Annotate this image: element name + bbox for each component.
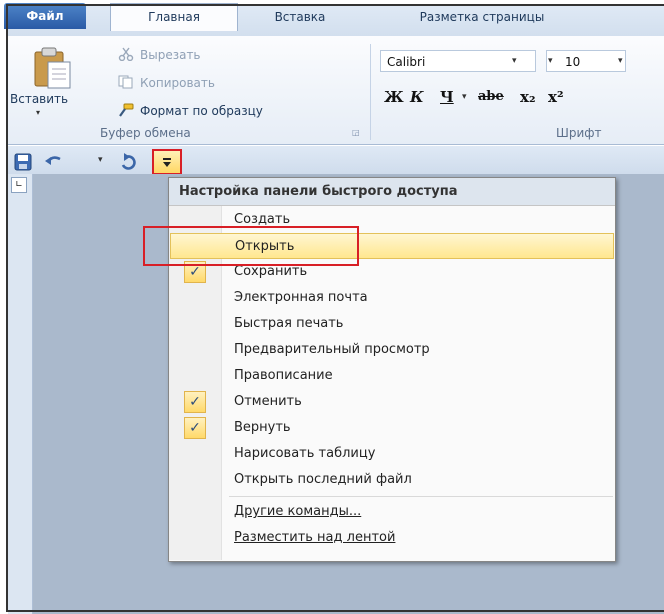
font-group-label: Шрифт [556,126,602,140]
scissors-icon [118,47,134,62]
checkmark-icon: ✓ [184,391,206,413]
cut-label: Вырезать [140,48,201,62]
tab-selector-button[interactable]: ∟ [11,177,27,193]
menu-item-more-commands[interactable]: Другие команды... [170,499,614,525]
copy-button[interactable]: Копировать [118,74,215,92]
italic-button[interactable]: К [410,86,424,108]
copy-icon [118,75,134,89]
paste-dropdown-icon[interactable]: ▾ [36,108,46,117]
tab-home[interactable]: Главная [110,3,238,31]
font-size-dropdown-icon[interactable]: ▾ [618,56,623,66]
undo-dropdown-icon[interactable]: ▾ [98,155,103,165]
underline-dropdown-icon[interactable]: ▾ [462,92,467,102]
menu-item-email[interactable]: Электронная почта [170,285,614,311]
format-painter-label: Формат по образцу [140,104,263,118]
paste-icon[interactable] [32,46,72,90]
format-painter-button[interactable]: Формат по образцу [118,102,263,120]
menu-item-quick-print[interactable]: Быстрая печать [170,311,614,337]
menu-item-spelling[interactable]: Правописание [170,363,614,389]
menu-title: Настройка панели быстрого доступа [169,178,615,206]
strikethrough-button[interactable]: abe [478,86,504,108]
bold-button[interactable]: Ж [384,86,404,108]
word-window: Файл Главная Вставка Разметка страницы В… [0,0,664,614]
tab-insert[interactable]: Вставка [250,4,350,30]
menu-item-label: Нарисовать таблицу [234,446,376,461]
menu-item-draw-table[interactable]: Нарисовать таблицу [170,441,614,467]
font-size-combo[interactable]: 10 [546,50,626,72]
underline-button[interactable]: Ч [440,86,454,108]
menu-item-label: Вернуть [234,420,291,435]
customize-dropdown-icon [163,158,171,167]
ribbon-group-divider [370,44,371,140]
brush-icon [118,103,134,117]
tab-page-layout[interactable]: Разметка страницы [382,4,582,30]
clipboard-launcher-icon[interactable]: ◲ [352,128,360,137]
customize-qat-button[interactable] [152,149,182,175]
redo-icon[interactable] [118,152,138,172]
menu-separator [229,496,613,497]
menu-item-label: Другие команды... [234,504,362,519]
menu-item-label: Быстрая печать [234,316,344,331]
save-icon[interactable] [14,152,32,172]
menu-item-label: Предварительный просмотр [234,342,430,357]
menu-item-label: Электронная почта [234,290,368,305]
menu-item-label: Разместить над лентой [234,530,396,545]
font-name-dropdown-icon[interactable]: ▾ [512,56,517,66]
menu-item-open-recent[interactable]: Открыть последний файл [170,467,614,493]
menu-item-label: Отменить [234,394,302,409]
vertical-ruler [8,174,33,614]
cut-button[interactable]: Вырезать [118,46,201,64]
copy-label: Копировать [140,76,215,90]
subscript-button[interactable]: x₂ [520,86,536,108]
annotation-highlight-box [143,226,359,266]
checkmark-icon: ✓ [184,417,206,439]
quick-access-toolbar [8,146,664,174]
tab-file[interactable]: Файл [4,3,86,29]
undo-icon[interactable] [44,152,66,172]
menu-item-label: Правописание [234,368,333,383]
menu-item-show-above-ribbon[interactable]: Разместить над лентой [170,525,614,551]
font-size-spin-icon[interactable]: ▾ [548,56,553,66]
superscript-button[interactable]: x² [548,86,564,108]
menu-item-print-preview[interactable]: Предварительный просмотр [170,337,614,363]
menu-item-redo[interactable]: ✓ Вернуть [170,415,614,441]
menu-item-label: Открыть последний файл [234,472,412,487]
paste-button-label[interactable]: Вставить [10,92,90,106]
clipboard-group-label: Буфер обмена [100,126,191,140]
menu-item-undo[interactable]: ✓ Отменить [170,389,614,415]
